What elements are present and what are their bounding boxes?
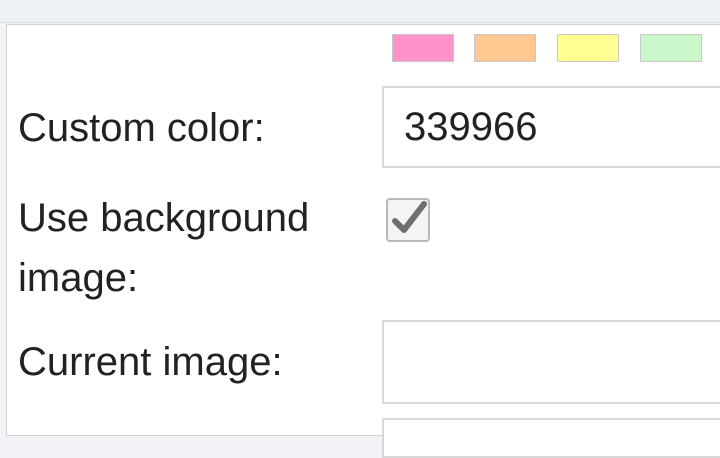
use-background-image-checkbox[interactable] [386,198,430,242]
use-background-image-label-line1: Use background [18,196,310,240]
top-bar [0,0,720,23]
color-swatch-pink[interactable] [392,34,454,62]
custom-color-label: Custom color: [18,106,265,150]
use-background-image-label-line2: image: [18,256,139,300]
check-icon [392,201,427,233]
color-swatch-green[interactable] [640,34,702,62]
current-image-label: Current image: [18,340,283,384]
current-image-field[interactable] [382,320,720,404]
next-field[interactable] [382,418,720,458]
custom-color-input[interactable]: 339966 [382,86,720,168]
color-swatch-orange[interactable] [474,34,536,62]
color-swatch-yellow[interactable] [557,34,619,62]
